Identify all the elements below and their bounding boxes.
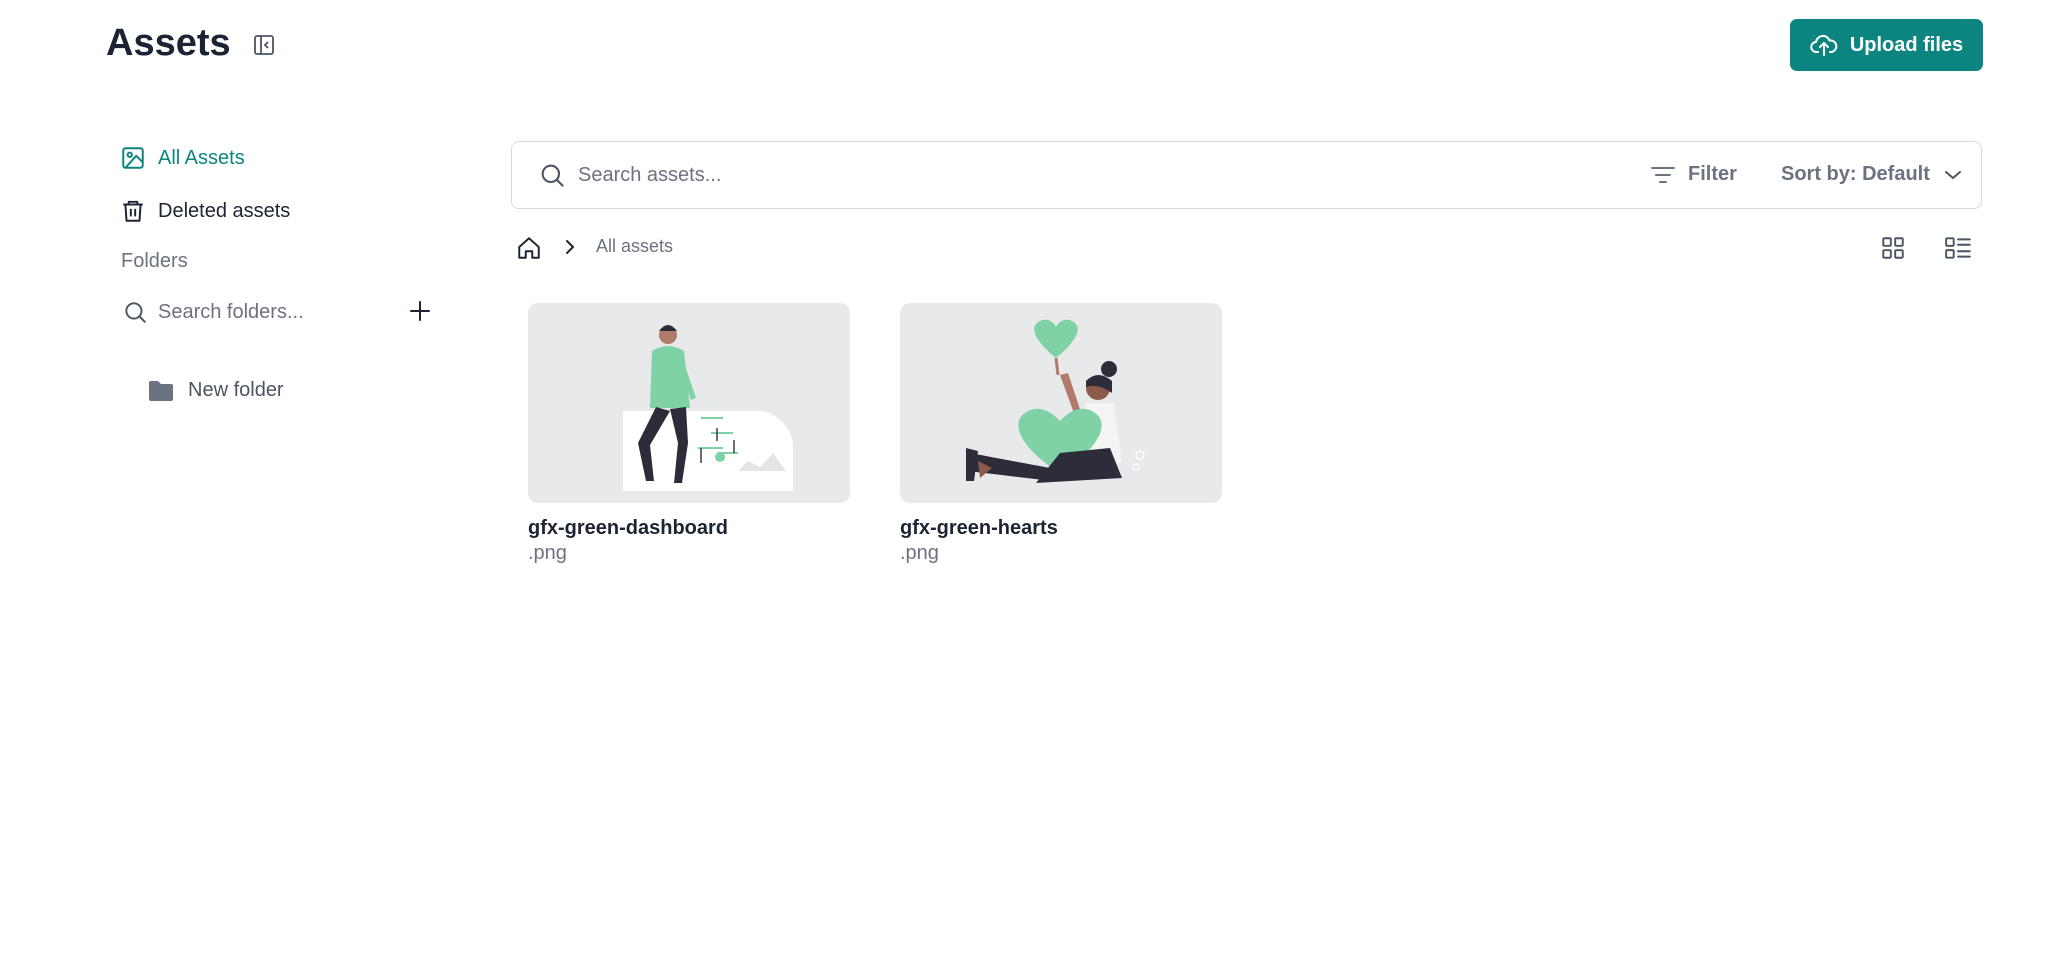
image-icon: [122, 147, 144, 169]
asset-extension: .png: [528, 542, 567, 564]
sidebar-collapse-icon: [254, 35, 274, 55]
dashboard-illustration: [623, 325, 793, 491]
folder-label: New folder: [188, 379, 284, 401]
breadcrumb-home-button[interactable]: [516, 235, 542, 261]
asset-thumbnail: [528, 303, 850, 503]
asset-search-input[interactable]: [578, 163, 1578, 187]
plus-icon: [410, 301, 430, 321]
asset-card[interactable]: gfx-green-dashboard .png: [528, 303, 850, 565]
grid-view-icon: [1882, 237, 1904, 259]
upload-files-button[interactable]: Upload files: [1790, 19, 1983, 71]
filter-label: Filter: [1688, 163, 1737, 185]
sidebar-item-label: Deleted assets: [158, 199, 291, 222]
trash-icon: [123, 200, 143, 222]
chevron-down-icon: [1944, 170, 1961, 179]
collapse-sidebar-button[interactable]: [250, 31, 278, 59]
add-folder-button[interactable]: [408, 299, 432, 323]
list-view-icon: [1945, 237, 1971, 259]
asset-search-bar: [511, 141, 1982, 209]
asset-thumbnail: [900, 303, 1222, 503]
chevron-right-icon: [566, 240, 574, 254]
upload-files-label: Upload files: [1849, 33, 1964, 56]
asset-extension: .png: [900, 542, 939, 564]
asset-card[interactable]: gfx-green-hearts .png: [900, 303, 1222, 565]
asset-name: gfx-green-hearts: [900, 517, 1058, 539]
breadcrumb-current: All assets: [596, 236, 674, 256]
sidebar-item-all-assets[interactable]: All Assets: [120, 145, 245, 171]
hearts-illustration: [966, 319, 1145, 483]
list-view-button[interactable]: [1944, 235, 1972, 261]
sort-dropdown[interactable]: Sort by: Default: [1781, 163, 1962, 186]
filter-icon: [1651, 166, 1675, 183]
sidebar-item-deleted-assets[interactable]: Deleted assets: [120, 198, 290, 224]
folder-item[interactable]: New folder: [148, 379, 284, 402]
sort-label: Sort by: Default: [1781, 163, 1930, 185]
folders-heading: Folders: [121, 250, 188, 272]
filter-button[interactable]: Filter: [1650, 163, 1737, 186]
page-title: Assets: [106, 22, 231, 64]
folder-search: [122, 299, 362, 325]
search-icon: [541, 164, 564, 187]
search-icon: [125, 302, 146, 323]
sidebar-item-label: All Assets: [158, 146, 245, 169]
folder-icon: [149, 380, 173, 401]
grid-view-button[interactable]: [1880, 235, 1906, 261]
cloud-upload-icon: [1810, 34, 1838, 56]
asset-name: gfx-green-dashboard: [528, 517, 729, 539]
folder-search-input[interactable]: [158, 300, 358, 324]
home-icon: [518, 237, 540, 259]
